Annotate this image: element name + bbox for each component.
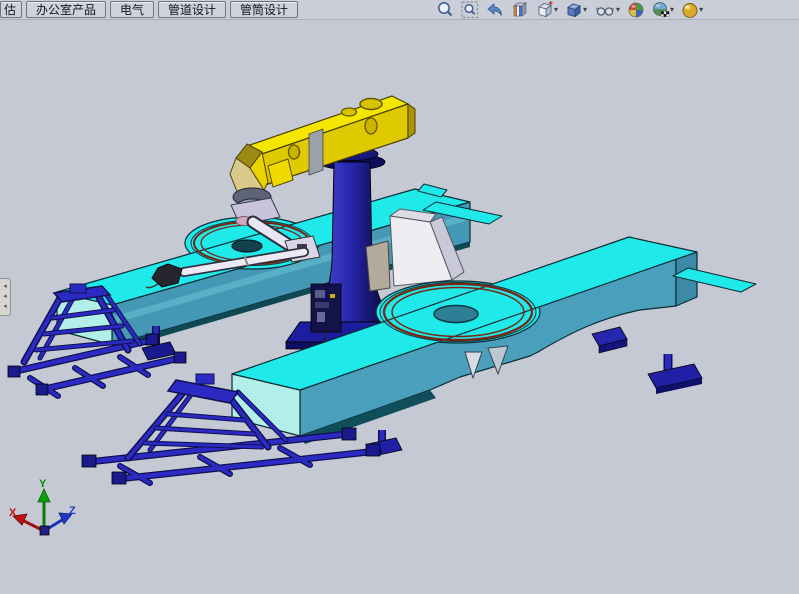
- previous-view-icon: [486, 1, 504, 19]
- tab-label: 管筒设计: [240, 3, 288, 17]
- viewport-3d[interactable]: X Y Z: [0, 20, 799, 589]
- view-orientation-icon: [536, 1, 554, 19]
- tab-evaluate-partial[interactable]: 估: [0, 1, 22, 18]
- section-view-button[interactable]: [511, 1, 529, 19]
- display-style-icon: [565, 1, 583, 19]
- tab-tubing-design[interactable]: 管筒设计: [230, 1, 298, 18]
- dropdown-caret[interactable]: ▾: [616, 1, 620, 19]
- collapse-arrow-icon: ◂: [3, 282, 7, 292]
- y-axis-label: Y: [39, 478, 47, 490]
- dropdown-caret[interactable]: ▾: [699, 1, 703, 19]
- view-orientation-button[interactable]: ▾: [536, 1, 558, 19]
- hide-show-items-button[interactable]: ▾: [594, 1, 620, 19]
- section-view-icon: [511, 1, 529, 19]
- zoom-to-area-icon: [461, 1, 479, 19]
- dropdown-caret[interactable]: ▾: [670, 1, 674, 19]
- x-axis-label: X: [9, 507, 17, 519]
- tab-electrical[interactable]: 电气: [110, 1, 154, 18]
- previous-view-button[interactable]: [486, 1, 504, 19]
- tab-label: 电气: [120, 3, 144, 17]
- tab-piping-design[interactable]: 管道设计: [158, 1, 226, 18]
- apply-scene-button[interactable]: ▾: [652, 1, 674, 19]
- tab-label: 管道设计: [168, 3, 216, 17]
- feature-panel-collapsed-tab[interactable]: ◂ ◂ ◂: [0, 278, 11, 316]
- view-settings-sphere-icon: [681, 1, 699, 19]
- dropdown-caret[interactable]: ▾: [583, 1, 587, 19]
- collapse-arrow-icon: ◂: [3, 302, 7, 312]
- appearance-sphere-icon: [627, 1, 645, 19]
- heads-up-view-toolbar: ▾ ▾ ▾: [436, 1, 703, 19]
- edit-appearance-button[interactable]: [627, 1, 645, 19]
- tab-label: 估: [4, 3, 16, 17]
- dropdown-caret[interactable]: ▾: [554, 1, 558, 19]
- eyeglasses-icon: [594, 1, 616, 19]
- zoom-to-fit-button[interactable]: [436, 1, 454, 19]
- triad-origin: [40, 526, 49, 535]
- apply-scene-icon: [652, 1, 670, 19]
- tab-office-products[interactable]: 办公室产品: [26, 1, 106, 18]
- zoom-to-fit-icon: [436, 1, 454, 19]
- display-style-button[interactable]: ▾: [565, 1, 587, 19]
- collapse-arrow-icon: ◂: [3, 292, 7, 302]
- zoom-to-area-button[interactable]: [461, 1, 479, 19]
- command-manager-toolbar: 估 办公室产品 电气 管道设计 管筒设计: [0, 0, 799, 20]
- tab-label: 办公室产品: [36, 3, 96, 17]
- z-axis-label: Z: [69, 505, 76, 517]
- view-settings-button[interactable]: ▾: [681, 1, 703, 19]
